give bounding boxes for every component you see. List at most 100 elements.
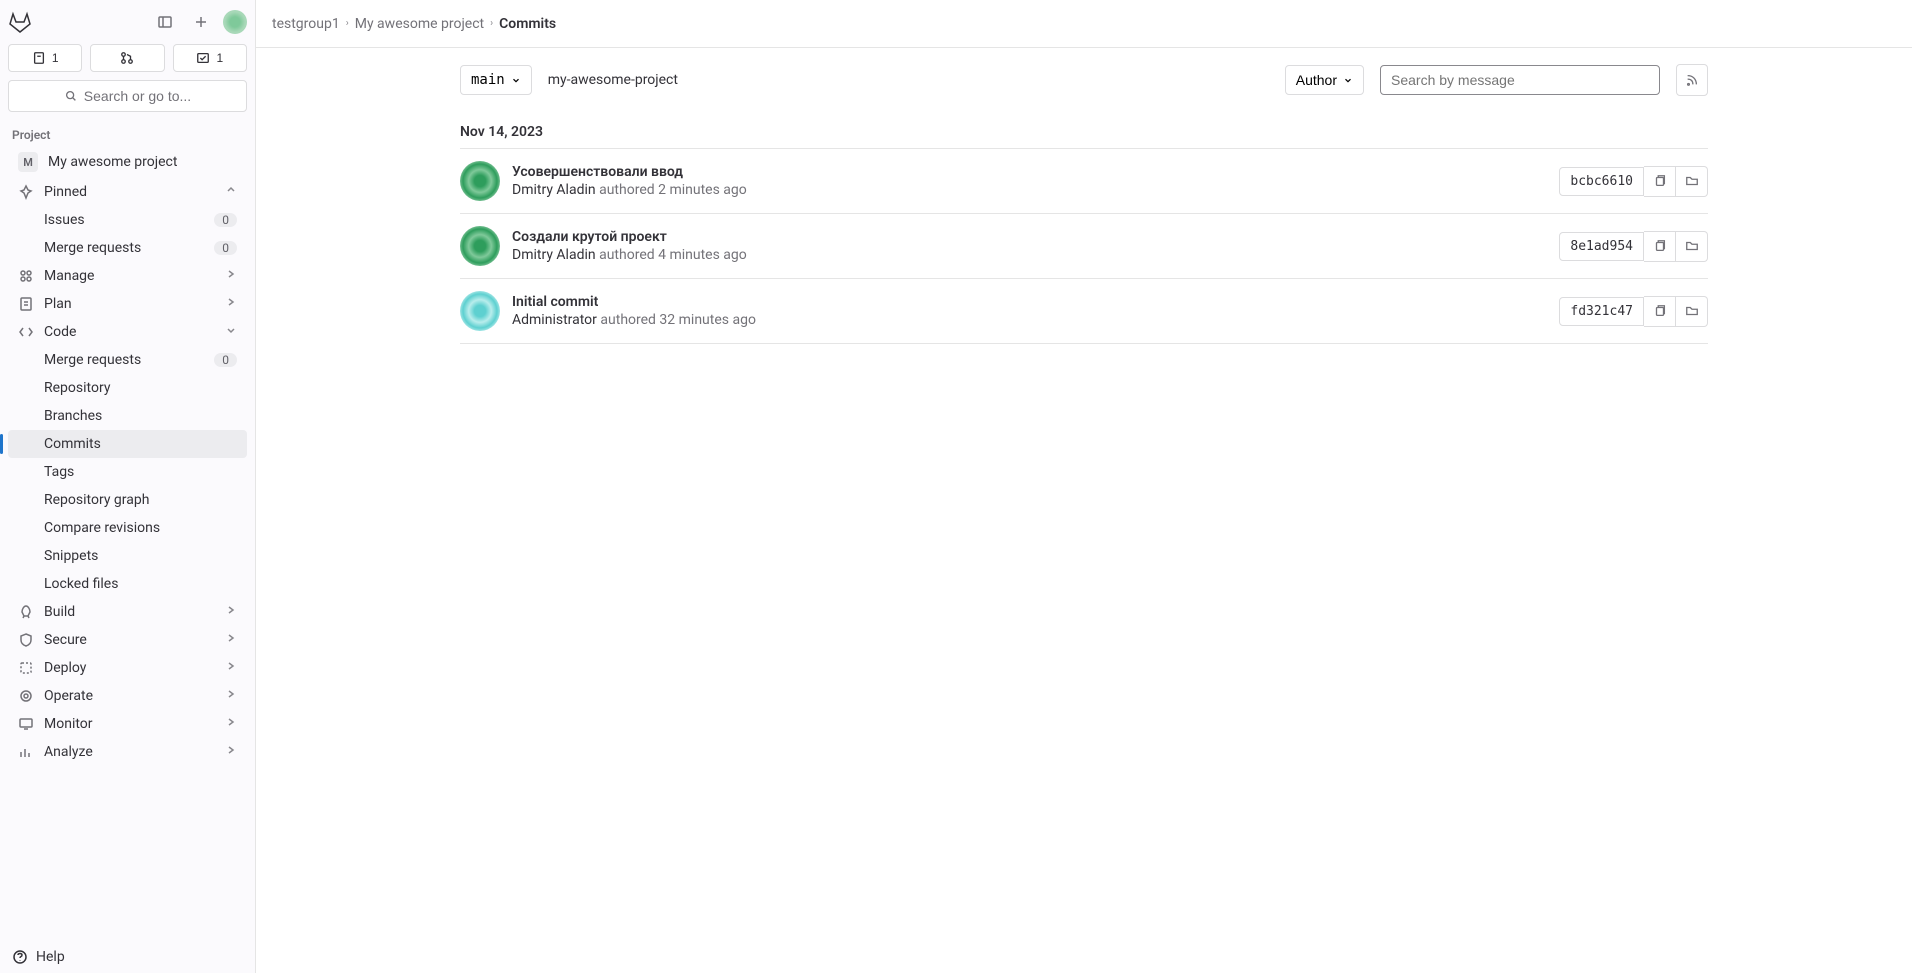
rocket-icon bbox=[18, 604, 34, 620]
copy-sha-button[interactable] bbox=[1644, 296, 1676, 327]
collapse-sidebar-icon[interactable] bbox=[151, 8, 179, 36]
plus-icon[interactable] bbox=[187, 8, 215, 36]
manage-icon bbox=[18, 268, 34, 284]
chevron-right-icon bbox=[225, 296, 237, 312]
commit-avatar[interactable] bbox=[460, 226, 500, 266]
search-button[interactable]: Search or go to... bbox=[8, 80, 247, 112]
branch-selector[interactable]: main bbox=[460, 65, 532, 95]
operate-icon bbox=[18, 688, 34, 704]
commit-avatar[interactable] bbox=[460, 291, 500, 331]
commit-sha-button[interactable]: bcbc6610 bbox=[1559, 167, 1644, 196]
author-filter[interactable]: Author bbox=[1285, 65, 1364, 95]
search-label: Search or go to... bbox=[84, 88, 191, 104]
chevron-down-icon bbox=[1343, 75, 1353, 85]
commit-author[interactable]: Dmitry Aladin bbox=[512, 182, 596, 198]
folder-icon bbox=[1685, 239, 1699, 253]
author-label: Author bbox=[1296, 72, 1337, 88]
chevron-right-icon bbox=[225, 268, 237, 284]
commit-row: Усовершенствовали ввод Dmitry Aladin aut… bbox=[460, 149, 1708, 214]
user-avatar[interactable] bbox=[223, 10, 247, 34]
commit-sha-button[interactable]: fd321c47 bbox=[1559, 297, 1644, 326]
folder-icon bbox=[1685, 304, 1699, 318]
commit-meta: Dmitry Aladin authored 4 minutes ago bbox=[512, 247, 1547, 263]
breadcrumb-item-current: Commits bbox=[499, 16, 556, 32]
issues-count: 0 bbox=[214, 213, 237, 227]
commit-meta: Dmitry Aladin authored 2 minutes ago bbox=[512, 182, 1547, 198]
copy-sha-button[interactable] bbox=[1644, 231, 1676, 262]
sidebar-item-operate[interactable]: Operate bbox=[8, 682, 247, 710]
copy-icon bbox=[1653, 174, 1667, 188]
commit-time: 4 minutes ago bbox=[658, 247, 747, 263]
project-badge: M bbox=[18, 152, 38, 172]
sidebar-item-compare[interactable]: Compare revisions bbox=[8, 514, 247, 542]
breadcrumb-separator: › bbox=[346, 18, 349, 29]
sidebar-item-branches[interactable]: Branches bbox=[8, 402, 247, 430]
project-path: my-awesome-project bbox=[548, 72, 678, 88]
merge-requests-button[interactable] bbox=[90, 44, 164, 72]
commit-sha-button[interactable]: 8e1ad954 bbox=[1559, 232, 1644, 261]
commit-title[interactable]: Создали крутой проект bbox=[512, 229, 1547, 245]
assigned-issues-button[interactable]: 1 bbox=[8, 44, 82, 72]
deploy-icon bbox=[18, 660, 34, 676]
sidebar-item-project[interactable]: M My awesome project bbox=[8, 146, 247, 178]
sidebar-item-graph[interactable]: Repository graph bbox=[8, 486, 247, 514]
sidebar-item-pinned[interactable]: Pinned bbox=[8, 178, 247, 206]
copy-icon bbox=[1653, 304, 1667, 318]
shield-icon bbox=[18, 632, 34, 648]
folder-icon bbox=[1685, 174, 1699, 188]
chevron-right-icon bbox=[225, 716, 237, 732]
plan-icon bbox=[18, 296, 34, 312]
sidebar-item-plan[interactable]: Plan bbox=[8, 290, 247, 318]
commit-search-input[interactable] bbox=[1380, 65, 1660, 95]
copy-sha-button[interactable] bbox=[1644, 166, 1676, 197]
commit-verb: authored bbox=[599, 247, 658, 263]
sidebar-item-code-mr[interactable]: Merge requests 0 bbox=[8, 346, 247, 374]
sidebar-item-secure[interactable]: Secure bbox=[8, 626, 247, 654]
mr-count: 1 bbox=[216, 51, 223, 65]
sidebar-item-issues[interactable]: Issues 0 bbox=[8, 206, 247, 234]
sidebar-item-monitor[interactable]: Monitor bbox=[8, 710, 247, 738]
browse-files-button[interactable] bbox=[1676, 296, 1708, 327]
breadcrumb-item[interactable]: My awesome project bbox=[355, 16, 484, 32]
commit-list: Усовершенствовали ввод Dmitry Aladin aut… bbox=[460, 149, 1708, 344]
chart-icon bbox=[18, 744, 34, 760]
browse-files-button[interactable] bbox=[1676, 231, 1708, 262]
commit-time: 32 minutes ago bbox=[659, 312, 756, 328]
sidebar-item-snippets[interactable]: Snippets bbox=[8, 542, 247, 570]
commit-title[interactable]: Усовершенствовали ввод bbox=[512, 164, 1547, 180]
chevron-right-icon bbox=[225, 632, 237, 648]
help-label: Help bbox=[36, 949, 65, 965]
commit-author[interactable]: Administrator bbox=[512, 312, 597, 328]
commit-author[interactable]: Dmitry Aladin bbox=[512, 247, 596, 263]
commit-row: Создали крутой проект Dmitry Aladin auth… bbox=[460, 214, 1708, 279]
help-button[interactable]: Help bbox=[0, 941, 255, 973]
mr-count-pinned: 0 bbox=[214, 241, 237, 255]
breadcrumb-separator: › bbox=[490, 18, 493, 29]
branch-name: main bbox=[471, 72, 505, 88]
chevron-right-icon bbox=[225, 604, 237, 620]
rss-button[interactable] bbox=[1676, 64, 1708, 96]
sidebar-item-code[interactable]: Code bbox=[8, 318, 247, 346]
rss-icon bbox=[1685, 73, 1699, 87]
gitlab-logo[interactable] bbox=[8, 10, 32, 34]
commit-avatar[interactable] bbox=[460, 161, 500, 201]
chevron-right-icon bbox=[225, 660, 237, 676]
date-header: Nov 14, 2023 bbox=[460, 112, 1708, 149]
sidebar-item-build[interactable]: Build bbox=[8, 598, 247, 626]
sidebar-item-manage[interactable]: Manage bbox=[8, 262, 247, 290]
commit-time: 2 minutes ago bbox=[658, 182, 747, 198]
sidebar-item-commits[interactable]: Commits bbox=[8, 430, 247, 458]
sidebar-item-analyze[interactable]: Analyze bbox=[8, 738, 247, 766]
breadcrumb-item[interactable]: testgroup1 bbox=[272, 16, 340, 32]
sidebar-item-merge-requests-pinned[interactable]: Merge requests 0 bbox=[8, 234, 247, 262]
todos-button[interactable]: 1 bbox=[173, 44, 247, 72]
monitor-icon bbox=[18, 716, 34, 732]
browse-files-button[interactable] bbox=[1676, 166, 1708, 197]
sidebar-item-deploy[interactable]: Deploy bbox=[8, 654, 247, 682]
sidebar-item-tags[interactable]: Tags bbox=[8, 458, 247, 486]
todo-count: 1 bbox=[52, 51, 59, 65]
sidebar-item-locked[interactable]: Locked files bbox=[8, 570, 247, 598]
commit-title[interactable]: Initial commit bbox=[512, 294, 1547, 310]
section-label: Project bbox=[0, 120, 255, 146]
sidebar-item-repository[interactable]: Repository bbox=[8, 374, 247, 402]
